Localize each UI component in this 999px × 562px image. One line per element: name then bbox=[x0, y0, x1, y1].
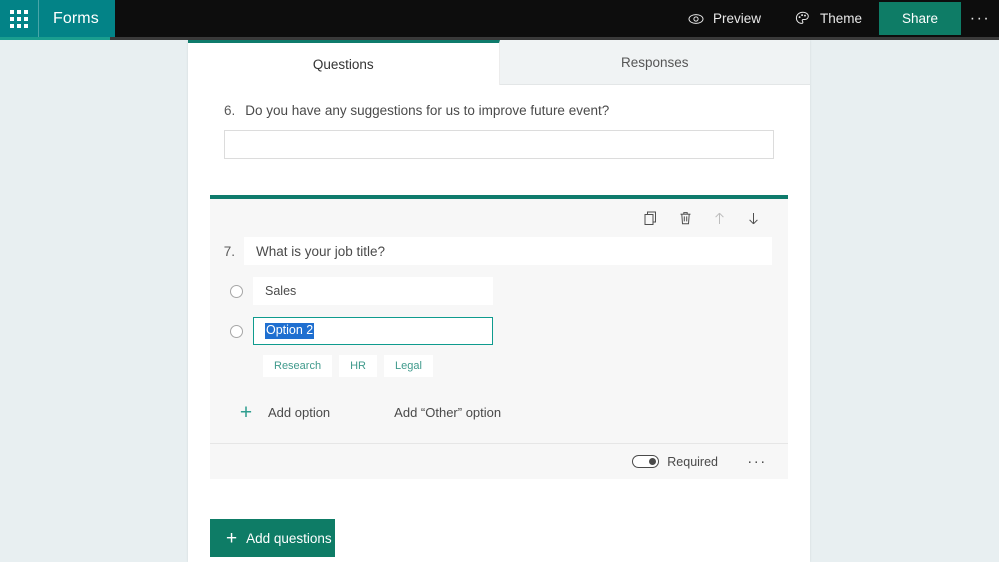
preview-button[interactable]: Preview bbox=[671, 0, 778, 37]
copy-icon bbox=[644, 211, 658, 226]
tab-questions[interactable]: Questions bbox=[188, 40, 500, 85]
move-up-icon bbox=[713, 211, 726, 226]
suggestion-chip-research-label: Research bbox=[274, 360, 322, 372]
question-7-more-button[interactable]: ··· bbox=[740, 448, 774, 476]
question-7-toolbar bbox=[210, 199, 788, 237]
question-6: 6. Do you have any suggestions for us to… bbox=[188, 85, 810, 159]
add-option-button[interactable]: Add option bbox=[260, 401, 338, 424]
move-down-icon bbox=[747, 211, 760, 226]
question-7-footer: Required ··· bbox=[210, 443, 788, 479]
tab-questions-label: Questions bbox=[312, 56, 374, 72]
suggestion-chip-research[interactable]: Research bbox=[263, 355, 333, 377]
brand-forms-link[interactable]: Forms bbox=[38, 0, 115, 37]
brand-underline bbox=[0, 37, 110, 40]
option-1-text: Sales bbox=[265, 284, 297, 298]
add-questions-label: Add questions bbox=[246, 530, 332, 546]
required-label: Required bbox=[667, 454, 718, 469]
question-6-title: Do you have any suggestions for us to im… bbox=[245, 103, 610, 118]
share-button[interactable]: Share bbox=[879, 2, 961, 35]
palette-icon bbox=[795, 11, 811, 26]
option-2-input[interactable]: Option 2 bbox=[253, 317, 493, 345]
option-1-input[interactable]: Sales bbox=[253, 277, 493, 305]
question-7-title-input[interactable]: What is your job title? bbox=[244, 237, 772, 265]
tab-bar: Questions Responses bbox=[188, 40, 810, 85]
form-editor-panel: Questions Responses 6. Do you have any s… bbox=[188, 40, 810, 562]
app-launcher-waffle-icon bbox=[10, 9, 28, 28]
question-7-card: 7. What is your job title? Sales Option … bbox=[210, 195, 788, 479]
question-6-title-row: 6. Do you have any suggestions for us to… bbox=[224, 103, 774, 118]
add-questions-button[interactable]: + Add questions bbox=[210, 519, 335, 557]
option-1-radio[interactable] bbox=[230, 284, 243, 298]
suggestion-chip-legal-label: Legal bbox=[394, 360, 422, 372]
top-app-bar: Forms Preview Theme Share ··· bbox=[0, 0, 999, 37]
question-7-more-icon: ··· bbox=[747, 453, 767, 470]
add-questions-plus-icon: + bbox=[226, 527, 238, 549]
question-6-number: 6. bbox=[224, 103, 236, 118]
theme-button[interactable]: Theme bbox=[778, 0, 879, 37]
required-toggle-wrap[interactable]: Required bbox=[632, 455, 718, 469]
question-7-title-text: What is your job title? bbox=[256, 243, 386, 259]
eye-icon bbox=[688, 13, 704, 25]
option-row-1: Sales bbox=[210, 277, 788, 305]
move-question-up-button[interactable] bbox=[702, 203, 736, 233]
suggestion-chip-legal[interactable]: Legal bbox=[383, 355, 433, 377]
option-row-2: Option 2 bbox=[210, 317, 788, 345]
move-question-down-button[interactable] bbox=[736, 203, 770, 233]
add-other-option-button[interactable]: Add “Other” option bbox=[386, 401, 509, 424]
tab-responses-label: Responses bbox=[620, 54, 689, 70]
required-toggle[interactable] bbox=[632, 455, 660, 468]
share-label: Share bbox=[901, 11, 939, 26]
app-launcher-button[interactable] bbox=[0, 0, 38, 37]
more-options-icon: ··· bbox=[969, 9, 991, 27]
option-2-text: Option 2 bbox=[265, 322, 315, 340]
preview-label: Preview bbox=[712, 11, 761, 26]
more-options-button[interactable]: ··· bbox=[961, 0, 999, 37]
option-2-radio[interactable] bbox=[230, 324, 243, 338]
option-1-radio-cell bbox=[220, 284, 253, 298]
add-option-plus-icon[interactable]: + bbox=[232, 402, 260, 423]
option-2-radio-cell bbox=[220, 324, 253, 338]
tab-responses[interactable]: Responses bbox=[499, 40, 810, 85]
copy-question-button[interactable] bbox=[634, 203, 668, 233]
delete-icon bbox=[679, 211, 692, 226]
top-bar-actions: Preview Theme Share ··· bbox=[671, 0, 999, 37]
question-7-number: 7. bbox=[223, 243, 235, 259]
brand-label: Forms bbox=[53, 9, 99, 27]
theme-label: Theme bbox=[819, 11, 862, 26]
suggestion-chip-hr-label: HR bbox=[350, 360, 366, 372]
add-option-row: + Add option Add “Other” option bbox=[210, 395, 788, 429]
suggestion-chip-hr[interactable]: HR bbox=[339, 355, 377, 377]
option-suggestion-chips: Research HR Legal bbox=[210, 355, 788, 377]
question-6-answer-input[interactable] bbox=[224, 130, 774, 159]
question-7-title-row: 7. What is your job title? bbox=[210, 237, 788, 265]
delete-question-button[interactable] bbox=[668, 203, 702, 233]
